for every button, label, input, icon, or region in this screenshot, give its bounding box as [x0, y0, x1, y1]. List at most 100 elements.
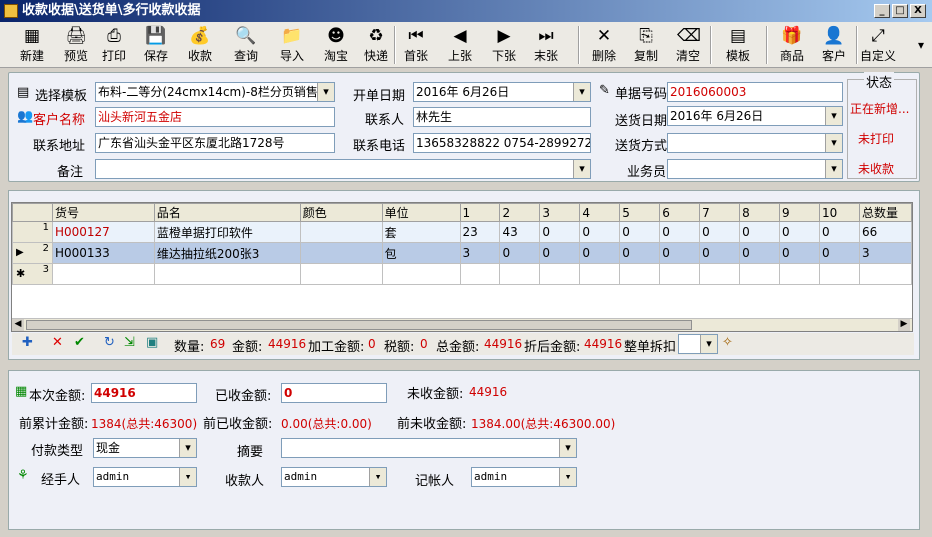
qty-cell[interactable]: 0: [779, 221, 820, 243]
payee-select[interactable]: admin: [281, 467, 387, 487]
grid-header-cell[interactable]: 10: [818, 203, 860, 222]
phone-input[interactable]: 13658328822 0754-2899272: [413, 133, 591, 153]
toolbar-template-button[interactable]: ▤ 模板: [718, 24, 758, 66]
item-code-cell[interactable]: [51, 263, 155, 285]
toolbar-prev-button[interactable]: ◀ 上张: [440, 24, 480, 66]
row-indicator[interactable]: 3 ✱: [12, 263, 53, 285]
toolbar-clear-button[interactable]: ⌫ 清空: [668, 24, 708, 66]
grid-header-cell[interactable]: 货号: [51, 203, 155, 222]
qty-cell[interactable]: 0: [499, 242, 541, 264]
grid-header-cell[interactable]: 单位: [381, 203, 461, 222]
qty-cell[interactable]: 0: [539, 242, 581, 264]
toolbar-print-button[interactable]: ⎙ 打印: [94, 24, 134, 66]
grid-header-cell[interactable]: 4: [579, 203, 621, 222]
toolbar-save-button[interactable]: 💾 保存: [136, 24, 176, 66]
item-unit-cell[interactable]: 包: [381, 242, 461, 264]
grid-header-cell[interactable]: 8: [739, 203, 781, 222]
template-select[interactable]: 布料-二等分(24cmx14cm)-8栏分页销售稿: [95, 82, 335, 102]
maximize-button[interactable]: □: [892, 4, 908, 18]
qty-cell[interactable]: 3: [459, 242, 501, 264]
qty-cell[interactable]: 0: [699, 242, 741, 264]
grid-header-cell[interactable]: 3: [539, 203, 581, 222]
toolbar-express-button[interactable]: ♻ 快递: [356, 24, 396, 66]
qty-cell[interactable]: 0: [739, 242, 781, 264]
toolbar-last-button[interactable]: ⏭ 末张: [526, 24, 566, 66]
toolbar-goods-button[interactable]: 🎁 商品: [772, 24, 812, 66]
qty-cell[interactable]: [459, 263, 501, 285]
item-code-cell[interactable]: H000127: [51, 221, 155, 243]
item-color-cell[interactable]: [299, 242, 383, 264]
toolbar-new-button[interactable]: ▦ 新建: [12, 24, 52, 66]
grid-horizontal-scrollbar[interactable]: ◀ ▶: [12, 318, 912, 331]
item-name-cell[interactable]: [153, 263, 301, 285]
grid-header-cell[interactable]: 总数量: [858, 203, 913, 222]
scroll-left-icon[interactable]: ◀: [12, 319, 24, 331]
grid-header-cell[interactable]: 5: [619, 203, 661, 222]
remark-select[interactable]: [95, 159, 591, 179]
grid-header-cell[interactable]: 9: [779, 203, 820, 222]
table-row[interactable]: 2 ▶ H000133 维达抽拉纸200张3 包 3 0 0 0 0 0 0 0 0 0 3: [12, 242, 913, 264]
table-row[interactable]: 1 H000127 蓝橙单据打印软件套 23 43 0 0 0 0 0 0 0 0 66: [12, 221, 913, 243]
grid-header-cell[interactable]: 品名: [153, 203, 301, 222]
refresh-icon[interactable]: ↻: [104, 335, 115, 350]
qty-cell[interactable]: [499, 263, 541, 285]
docno-input[interactable]: 2016060003: [667, 82, 843, 102]
item-code-cell[interactable]: H000133: [51, 242, 155, 264]
toolbar-query-button[interactable]: 🔍 查询: [226, 24, 266, 66]
qty-cell[interactable]: [539, 263, 581, 285]
add-row-icon[interactable]: ✚: [22, 335, 33, 350]
item-name-cell[interactable]: 蓝橙单据打印软件: [153, 221, 301, 243]
item-color-cell[interactable]: [299, 221, 383, 243]
toolbar-import-button[interactable]: 📁 导入: [272, 24, 312, 66]
open-date-picker[interactable]: 2016年 6月26日: [413, 82, 591, 102]
qty-cell[interactable]: [779, 263, 820, 285]
qty-cell[interactable]: [739, 263, 781, 285]
qty-cell[interactable]: 0: [579, 242, 621, 264]
qty-cell[interactable]: [699, 263, 741, 285]
wand-icon[interactable]: ✧: [722, 335, 733, 350]
grid-header-cell[interactable]: 6: [659, 203, 701, 222]
ship-date-picker[interactable]: 2016年 6月26日: [667, 106, 843, 126]
qty-cell[interactable]: [659, 263, 701, 285]
import-row-icon[interactable]: ⇲: [124, 335, 135, 350]
contact-input[interactable]: 林先生: [413, 107, 591, 127]
grid-header-cell[interactable]: 1: [459, 203, 501, 222]
delete-row-icon[interactable]: ✕: [52, 335, 63, 350]
minimize-button[interactable]: _: [874, 4, 890, 18]
qty-cell[interactable]: 0: [539, 221, 581, 243]
goods-box-icon[interactable]: ▣: [146, 335, 158, 350]
received-input[interactable]: 0: [281, 383, 387, 403]
toolbar-next-button[interactable]: ▶ 下张: [484, 24, 524, 66]
item-color-cell[interactable]: [299, 263, 383, 285]
salesman-select[interactable]: [667, 159, 843, 179]
qty-cell[interactable]: 0: [619, 242, 661, 264]
qty-cell[interactable]: 0: [818, 242, 860, 264]
close-button[interactable]: X: [910, 4, 926, 18]
ship-method-select[interactable]: [667, 133, 843, 153]
toolbar-customer-button[interactable]: 👤 客户: [814, 24, 854, 66]
split-select[interactable]: [678, 334, 718, 354]
grid-header-cell[interactable]: [12, 203, 53, 222]
row-indicator[interactable]: 2 ▶: [12, 242, 53, 264]
total-qty-cell[interactable]: 3: [858, 242, 913, 264]
qty-cell[interactable]: 23: [459, 221, 501, 243]
qty-cell[interactable]: [818, 263, 860, 285]
toolbar-copy-button[interactable]: ⎘ 复制: [626, 24, 666, 66]
qty-cell[interactable]: 0: [619, 221, 661, 243]
pay-type-select[interactable]: 现金: [93, 438, 197, 458]
qty-cell[interactable]: [579, 263, 621, 285]
scroll-right-icon[interactable]: ▶: [898, 319, 910, 331]
qty-cell[interactable]: 0: [579, 221, 621, 243]
grid-header-cell[interactable]: 颜色: [299, 203, 383, 222]
qty-cell[interactable]: 0: [818, 221, 860, 243]
qty-cell[interactable]: [619, 263, 661, 285]
toolbar-customize-button[interactable]: ⤢ 自定义: [858, 24, 898, 66]
toolbar-first-button[interactable]: ⏮ 首张: [396, 24, 436, 66]
item-unit-cell[interactable]: [381, 263, 461, 285]
grid-header-cell[interactable]: 7: [699, 203, 741, 222]
handler-select[interactable]: admin: [93, 467, 197, 487]
address-input[interactable]: 广东省汕头金平区东厦北路1728号: [95, 133, 335, 153]
toolbar-taobao-button[interactable]: ☻ 淘宝: [316, 24, 356, 66]
items-grid[interactable]: 货号 品名 颜色 单位 1 2 3 4 5 6 7 8 9 10 总数量 1 H000127 蓝橙单据打印软件套…: [11, 202, 913, 332]
qty-cell[interactable]: 0: [779, 242, 820, 264]
